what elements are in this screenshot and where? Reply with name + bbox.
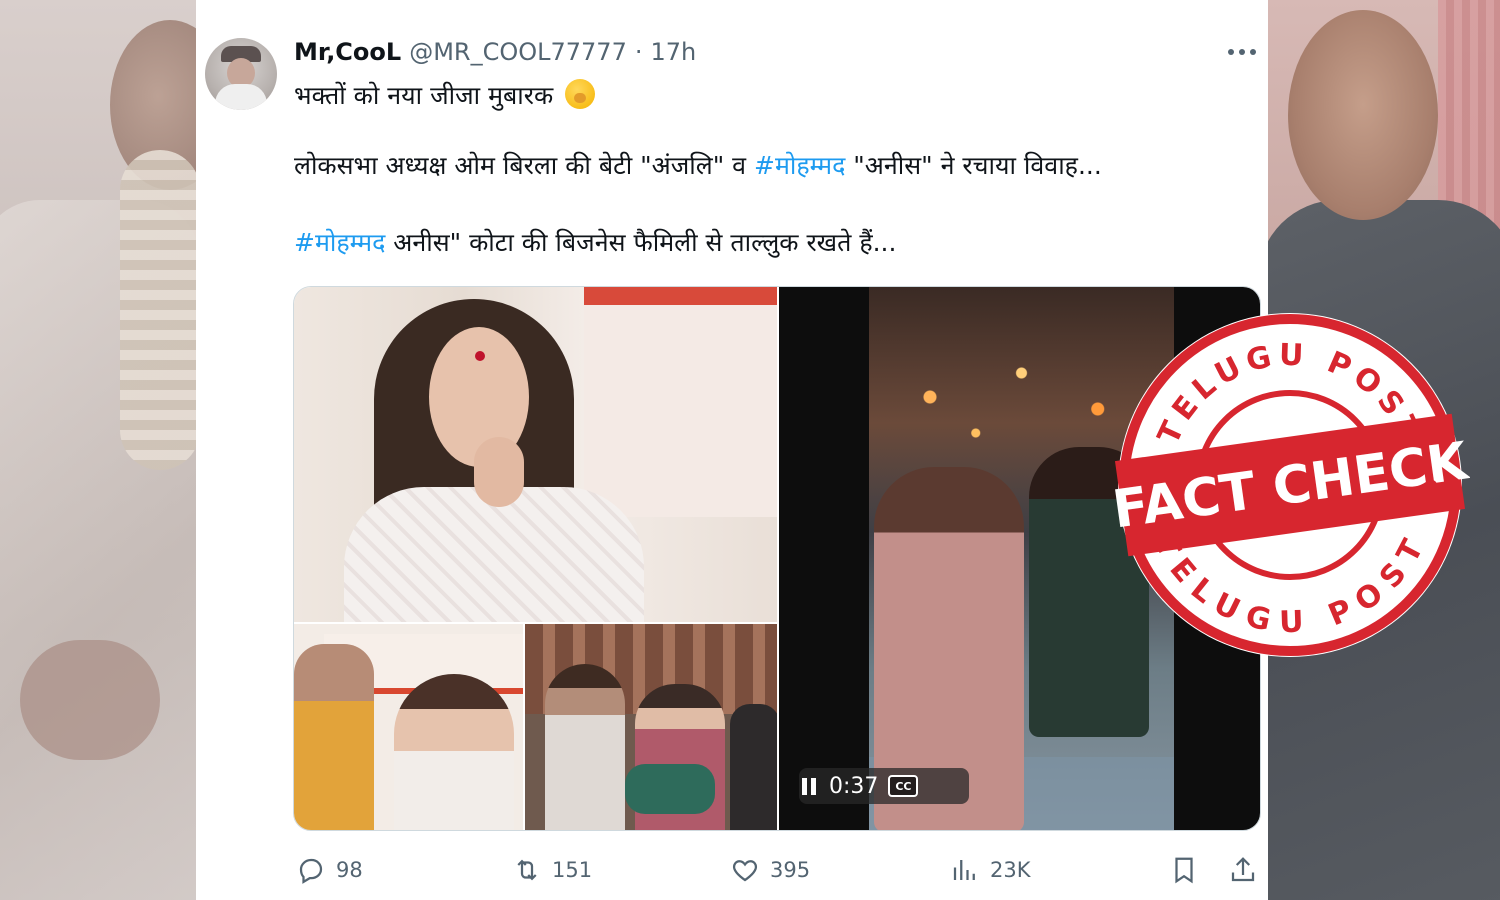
hashtag-link[interactable]: #मोहम्मद <box>294 228 385 257</box>
photo-woman-portrait[interactable] <box>294 287 777 622</box>
more-options-icon[interactable] <box>1228 42 1260 62</box>
reply-button[interactable]: 98 <box>296 855 363 885</box>
heart-icon <box>732 860 758 882</box>
hand-over-mouth-emoji-icon <box>565 79 596 109</box>
tweet-actions: 98 151 395 23K <box>296 855 1266 891</box>
hashtag-link[interactable]: #मोहम्मद <box>754 151 845 180</box>
video-time: 0:37 <box>829 773 879 799</box>
display-name[interactable]: Mr,CooL <box>294 38 401 66</box>
bookmark-button[interactable] <box>1169 855 1199 885</box>
repost-button[interactable]: 151 <box>512 855 592 885</box>
tweet-text: अनीस" कोटा की बिजनेस फैमिली से ताल्लुक र… <box>385 228 897 257</box>
closed-captions-icon[interactable]: CC <box>888 775 919 797</box>
timestamp[interactable]: 17h <box>650 38 696 66</box>
video-controls: 0:37 CC <box>799 768 969 804</box>
share-icon <box>1231 857 1255 882</box>
tweet-text-line-2: लोकसभा अध्यक्ष ओम बिरला की बेटी "अंजलि" … <box>294 148 1102 182</box>
fact-check-stamp: TELUGU POST TELUGU POST FACT CHECK <box>1110 313 1470 657</box>
tweet-text: "अनीस" ने रचाया विवाह... <box>845 151 1102 180</box>
separator-dot: · <box>634 38 643 66</box>
tweet-text-line-3: #मोहम्मद अनीस" कोटा की बिजनेस फैमिली से … <box>294 225 896 259</box>
photo-event[interactable] <box>294 624 523 830</box>
user-handle[interactable]: @MR_COOL77777 <box>409 38 627 66</box>
reply-count: 98 <box>336 858 363 882</box>
photo-wedding[interactable] <box>525 624 777 830</box>
repost-count: 151 <box>552 858 593 882</box>
share-button[interactable] <box>1228 855 1258 885</box>
views-count: 23K <box>990 858 1031 882</box>
views-button[interactable]: 23K <box>950 855 1031 885</box>
tweet-text-line-1: भक्तों को नया जीजा मुबारक <box>294 78 596 112</box>
repost-icon <box>517 859 537 881</box>
tweet-text: लोकसभा अध्यक्ष ओम बिरला की बेटी "अंजलि" … <box>294 151 754 180</box>
like-count: 395 <box>770 858 811 882</box>
views-chart-icon <box>953 860 975 880</box>
bookmark-icon <box>1175 857 1193 884</box>
avatar[interactable] <box>205 38 277 110</box>
reply-icon <box>299 858 323 884</box>
pause-icon[interactable] <box>799 776 819 796</box>
tweet-header: Mr,CooL @MR_COOL77777 · 17h <box>294 36 696 68</box>
background-photo-left <box>0 0 196 900</box>
tweet-text: भक्तों को नया जीजा मुबारक <box>294 81 554 110</box>
like-button[interactable]: 395 <box>730 855 810 885</box>
